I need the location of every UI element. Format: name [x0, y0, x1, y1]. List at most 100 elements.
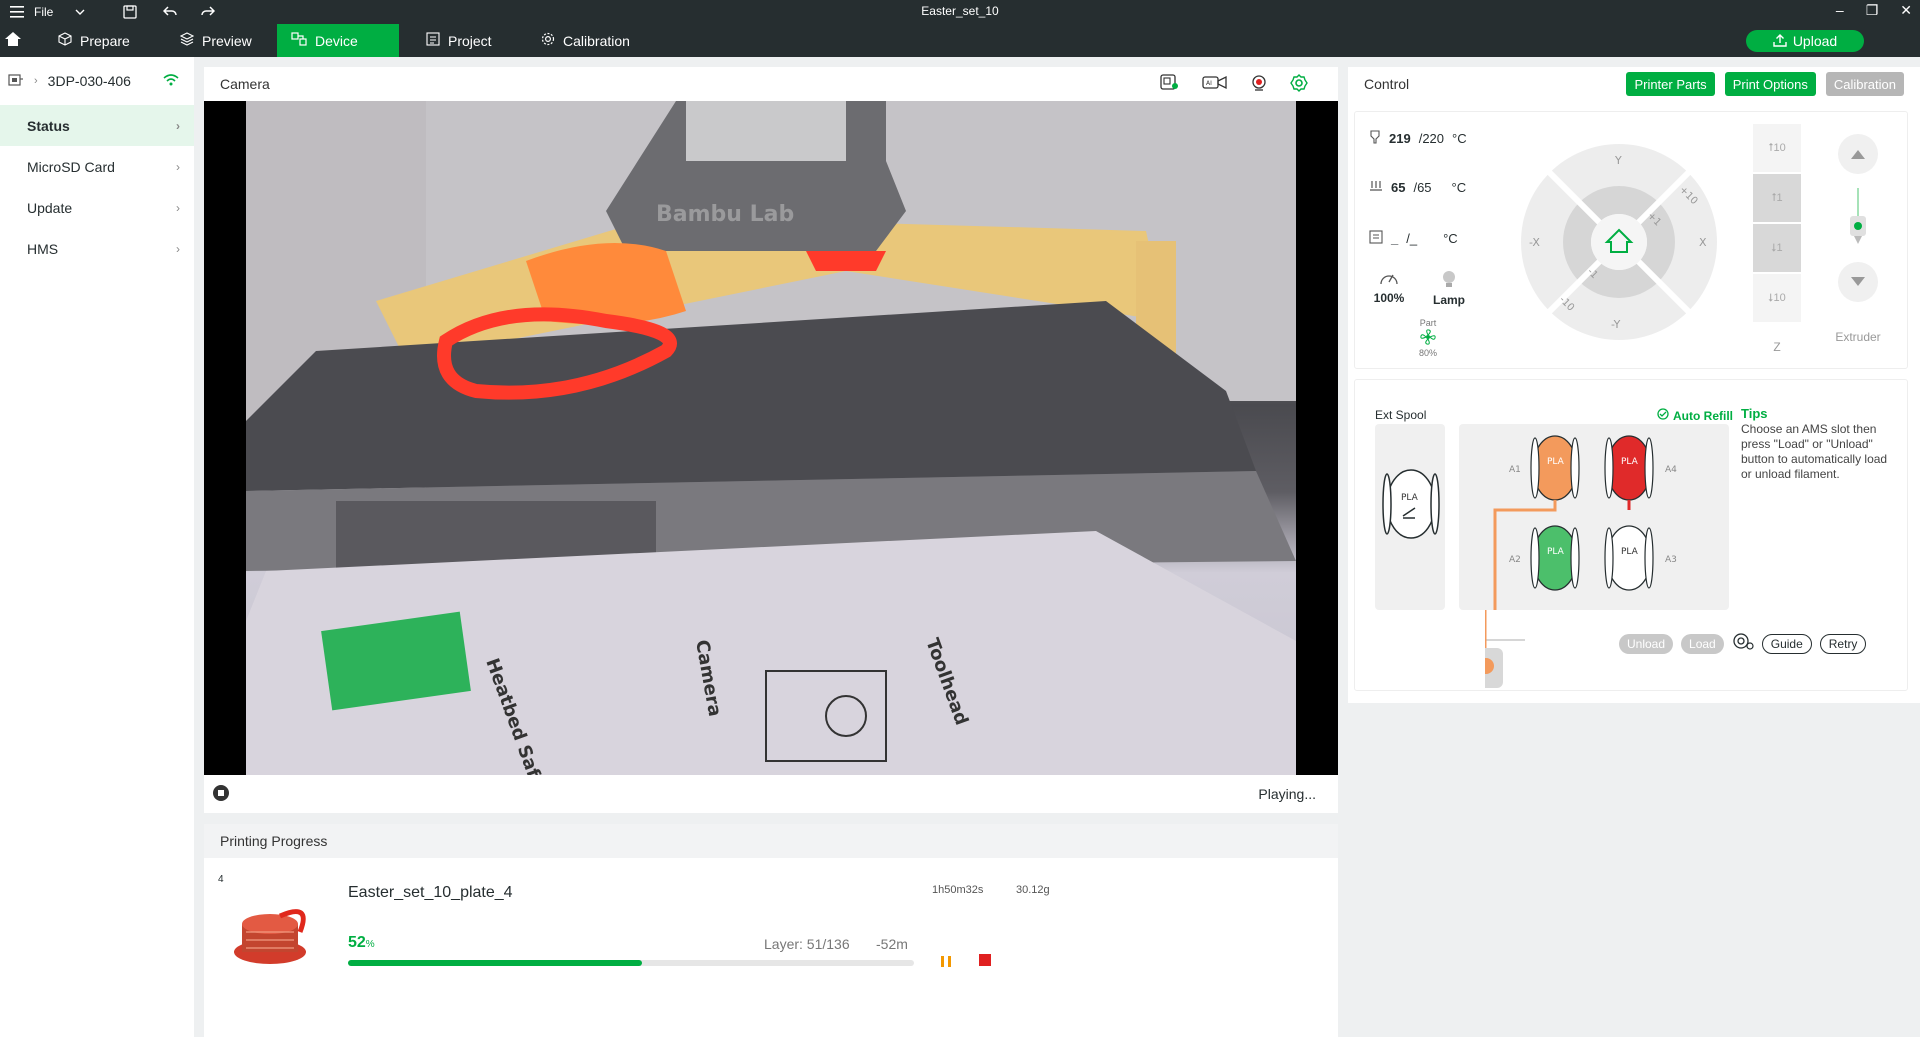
tips-text: Choose an AMS slot then press "Load" or … [1741, 422, 1888, 481]
chevron-right-icon: › [34, 75, 38, 87]
job-weight: 30.12g [1016, 884, 1050, 896]
close-icon[interactable]: ✕ [1900, 2, 1912, 19]
ams-slot-a4-id: A4 [1665, 465, 1677, 475]
video-status: Playing... [1258, 786, 1316, 802]
camera-feed-image: Bambu Lab Heatbed Safety Zo Camera Toolh… [246, 101, 1296, 775]
z-down-10-button[interactable]: ⭣ 10 [1753, 274, 1801, 322]
layer-count: Layer: 51/136 [764, 936, 850, 952]
sidebar-item-hms[interactable]: HMS › [0, 228, 194, 269]
ams-slot-a4[interactable]: PLA A4 [1604, 435, 1677, 501]
ams-settings-icon[interactable] [1732, 632, 1754, 655]
tab-calibration[interactable]: Calibration [527, 24, 644, 57]
ams-slot-a2[interactable]: PLA A2 [1509, 525, 1580, 591]
z-down-1-button[interactable]: ⭣ 1 [1753, 224, 1801, 272]
auto-refill-button[interactable]: Auto Refill [1657, 408, 1733, 423]
ams-slot-a1-id: A1 [1509, 465, 1521, 475]
ams-slot-a3-type: PLA [1621, 547, 1639, 557]
cube-icon [58, 32, 72, 49]
printer-icon [8, 73, 24, 90]
svg-text:AI: AI [1206, 80, 1212, 87]
tab-device[interactable]: Device [277, 24, 399, 57]
tab-project[interactable]: Project [412, 24, 506, 57]
print-options-button[interactable]: Print Options [1724, 72, 1816, 96]
chamber-temp[interactable]: _ /_ °C [1369, 230, 1458, 247]
load-button[interactable]: Load [1681, 633, 1724, 654]
pause-button[interactable] [937, 952, 955, 970]
lamp-icon [1429, 270, 1469, 293]
heatbed-icon [1369, 180, 1383, 195]
ams-slot-a4-type: PLA [1621, 457, 1639, 467]
z-up-10-button[interactable]: ⭡ 10 [1753, 124, 1801, 172]
control-title: Control [1364, 76, 1410, 92]
calibration-button[interactable]: Calibration [1825, 72, 1904, 96]
stop-video-button[interactable] [212, 784, 230, 805]
jog-label-neg-y: -Y [1611, 318, 1621, 331]
camera-panel: Camera AI Bambu Lab Heatbed Safety Zo Ca… [204, 67, 1338, 813]
chevron-right-icon: › [176, 118, 180, 133]
nozzle-temp[interactable]: 219 /220 °C [1369, 130, 1467, 147]
chevron-right-icon: › [176, 159, 180, 174]
upload-button[interactable]: Upload [1746, 30, 1864, 52]
part-fan-control[interactable]: Part 80% [1413, 318, 1443, 358]
wifi-icon [163, 73, 179, 89]
printer-parts-button[interactable]: Printer Parts [1626, 72, 1715, 96]
tab-bar: Prepare Preview Device Project Calibrati… [0, 24, 1920, 57]
ams-slot-a3[interactable]: PLA A3 [1604, 525, 1677, 591]
control-panel: Control Printer Parts Print Options Cali… [1348, 67, 1920, 703]
progress-bar-fill [348, 960, 643, 966]
video-camera-icon[interactable]: AI [1202, 74, 1228, 95]
settings-icon[interactable] [1290, 74, 1308, 95]
document-icon [426, 32, 440, 49]
ext-spool-label: Ext Spool [1375, 408, 1427, 422]
chamber-icon [1369, 230, 1383, 247]
stop-print-button[interactable] [979, 954, 991, 966]
extrude-up-button[interactable] [1838, 134, 1878, 174]
home-icon[interactable] [4, 30, 22, 51]
minimize-icon[interactable]: – [1836, 2, 1844, 19]
layers-icon [179, 32, 195, 49]
camera-title: Camera [220, 76, 270, 92]
printing-progress-panel: Printing Progress 4 Easter_set_10_plate_… [204, 824, 1338, 1037]
xy-jog-wheel[interactable]: Y -Y X -X +10 +1 -1 -10 [1519, 142, 1719, 342]
ext-spool[interactable]: PLA [1375, 424, 1445, 610]
z-axis-controls: ⭡ 10 ⭡ 1 ⭣ 1 ⭣ 10 Z [1753, 124, 1801, 354]
z-up-1-button[interactable]: ⭡ 1 [1753, 174, 1801, 222]
ams-slot-a1[interactable]: PLA A1 [1509, 435, 1580, 501]
device-name: 3DP-030-406 [47, 73, 131, 89]
window-title: Easter_set_10 [921, 4, 999, 18]
lamp-control[interactable]: Lamp [1429, 270, 1469, 307]
progress-title: Printing Progress [220, 833, 328, 849]
unload-button[interactable]: Unload [1619, 633, 1674, 654]
extrude-down-button[interactable] [1838, 262, 1878, 302]
refresh-icon [1657, 408, 1669, 423]
speed-gauge-icon [1369, 270, 1409, 291]
nozzle-icon [1369, 130, 1381, 147]
ams-slot-a1-type: PLA [1547, 457, 1565, 467]
live-record-icon[interactable] [1250, 74, 1268, 95]
extruder-icon [1833, 174, 1883, 262]
retry-button[interactable]: Retry [1819, 633, 1867, 654]
tab-preview[interactable]: Preview [166, 24, 266, 57]
plate-thumbnail [230, 902, 314, 968]
jog-label-x: X [1699, 236, 1707, 249]
plate-number: 4 [218, 874, 224, 885]
device-sidebar: › 3DP-030-406 Status › MicroSD Card › Upda… [0, 57, 194, 1037]
sidebar-item-status[interactable]: Status › [0, 105, 194, 146]
guide-button[interactable]: Guide [1761, 633, 1812, 654]
speed-control[interactable]: 100% [1369, 270, 1409, 305]
progress-percent: 52% [348, 934, 375, 951]
motion-control-box: 219 /220 °C 65 /65 °C _ /_ °C 100% Lamp … [1354, 111, 1908, 369]
sidebar-item-update[interactable]: Update › [0, 187, 194, 228]
ams-slot-a2-type: PLA [1547, 547, 1565, 557]
device-selector[interactable]: › 3DP-030-406 [0, 57, 194, 105]
sd-record-icon[interactable] [1160, 74, 1180, 95]
tab-prepare[interactable]: Prepare [44, 24, 144, 57]
fan-icon [1413, 328, 1443, 348]
progress-bar [348, 960, 914, 966]
bed-temp[interactable]: 65 /65 °C [1369, 180, 1466, 195]
title-bar: File Easter_set_10 – ❐ ✕ [0, 0, 1920, 24]
camera-overlay-brand: Bambu Lab [656, 202, 794, 227]
sidebar-item-microsd[interactable]: MicroSD Card › [0, 146, 194, 187]
ams-unit: PLA A1 PLA A4 PLA A2 PLA A3 [1459, 424, 1729, 610]
restore-icon[interactable]: ❐ [1866, 2, 1879, 19]
